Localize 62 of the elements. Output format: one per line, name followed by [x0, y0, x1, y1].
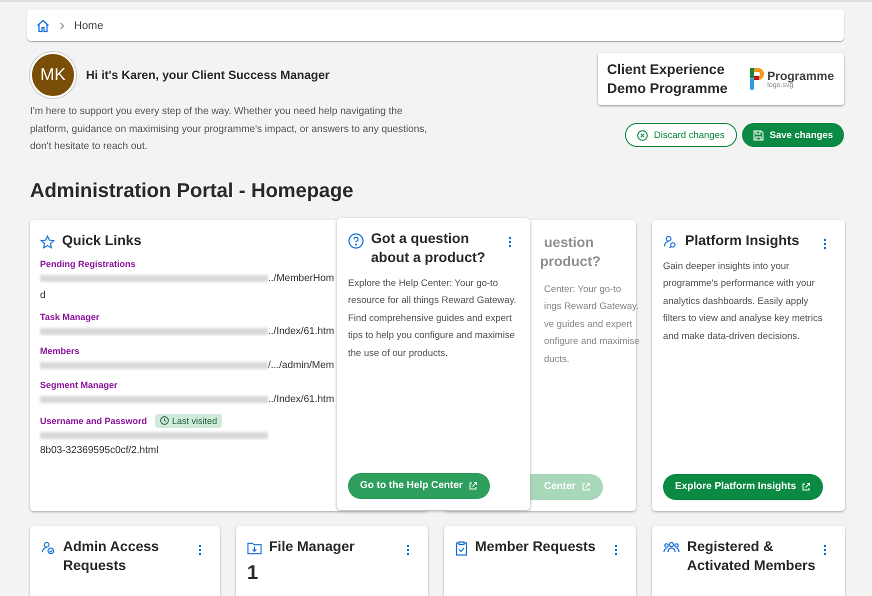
card-description: Explore the Help Center: Your go-to resource for all things Reward Gateway. Find comprehensive guides and expert tips to help you configure and maximise the use of our products. [348, 276, 518, 360]
card-title: Registered & Activated Members [687, 536, 816, 574]
url-text[interactable]: 8b03-32369595c0cf/2.html [40, 444, 158, 456]
chevron-icon [59, 22, 65, 30]
card-description: ducts. [544, 352, 570, 366]
quick-link-title[interactable]: Segment Manager [40, 380, 118, 390]
card-title: Got a question about a product? [371, 228, 486, 266]
card-title: Admin Access Requests [63, 536, 160, 574]
more-options-icon[interactable] [614, 544, 618, 556]
star-icon [40, 234, 55, 250]
help-icon [348, 232, 364, 248]
breadcrumb-item[interactable]: Home [74, 20, 104, 32]
folder-icon [247, 540, 262, 554]
greeting: Hi it's Karen, your Client Success Manager [86, 68, 330, 82]
more-options-icon[interactable] [823, 238, 827, 250]
card-title: product? [540, 252, 601, 270]
avatar: MK [30, 52, 76, 98]
clipboard-icon [455, 540, 468, 556]
quick-link-title[interactable]: Username and Password [40, 416, 148, 426]
programme-logo-icon [750, 68, 764, 90]
card-description: ve guides and expert [544, 318, 632, 332]
save-icon [752, 130, 764, 140]
url-text[interactable]: ../Index/61.htm [268, 394, 334, 404]
card-title: uestion [544, 232, 594, 252]
close-icon [636, 130, 648, 140]
card-description: Center: Your go-to [544, 282, 622, 296]
quick-link-title[interactable]: Pending Registrations [40, 258, 136, 268]
card-description: ings Reward Gateway. [544, 300, 639, 314]
url-text[interactable]: /.../admin/Mem [268, 360, 334, 370]
discard-button[interactable]: Discard changes [624, 123, 737, 147]
manager-message: I'm here to support you every step of the way. Whether you need help navigating the platform, guidance on maximising your programme's impact, or answers to any questions, don't hesitate to reach out. [30, 105, 428, 154]
user-check-icon [41, 540, 56, 556]
page-title: Administration Portal - Homepage [30, 180, 354, 204]
url-text[interactable]: d [40, 290, 46, 300]
more-options-icon[interactable] [508, 236, 512, 248]
dragged-help-card[interactable] [337, 218, 530, 510]
url-text[interactable]: ../Index/61.htm [268, 326, 334, 336]
url-text[interactable]: ../MemberHom [268, 272, 334, 284]
save-button[interactable]: Save changes [742, 123, 844, 147]
logo-text: Programme [767, 70, 834, 82]
card-title: Quick Links [62, 230, 142, 250]
quick-link-title[interactable]: Task Manager [40, 312, 100, 322]
card-description: Gain deeper insights into your programme's performance with your analytics dashboards. Easily apply filters to view and analyse key metrics and make data-driven decisions. [663, 260, 824, 344]
external-link-icon [801, 482, 812, 492]
quick-link-title[interactable]: Members [40, 346, 80, 356]
more-options-icon[interactable] [406, 544, 410, 556]
external-link-icon [468, 480, 478, 490]
programme-name: Client Experience Demo Programme [607, 60, 729, 98]
external-link-icon [580, 482, 591, 492]
last-visited-badge: Last visited [155, 414, 222, 428]
more-options-icon[interactable] [823, 544, 827, 556]
group-icon [663, 540, 680, 552]
card-title: Member Requests [475, 536, 597, 556]
card-title: Platform Insights [685, 230, 800, 250]
home-icon[interactable] [36, 18, 50, 32]
people-search-icon [663, 234, 678, 250]
card-description: onfigure and maximise [544, 335, 640, 349]
explore-insights-button[interactable]: Explore Platform Insights [663, 474, 824, 500]
count-value: 1 [247, 562, 260, 584]
card-title: File Manager [269, 536, 356, 556]
more-options-icon[interactable] [198, 544, 202, 556]
clock-icon [160, 416, 170, 425]
